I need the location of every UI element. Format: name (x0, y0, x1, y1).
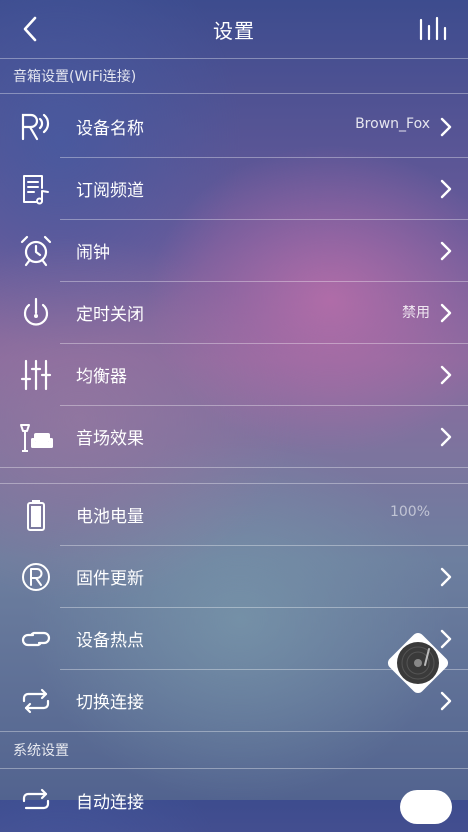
timer-power-icon (23, 297, 49, 326)
row-battery: 电池电量 100% (0, 484, 468, 546)
auto-connect-icon (22, 788, 50, 810)
row-alarm[interactable]: 闹钟 (0, 220, 468, 282)
divider (0, 467, 468, 468)
chevron-right-icon (440, 365, 452, 385)
row-equalizer[interactable]: 均衡器 (0, 344, 468, 406)
row-sleep-timer[interactable]: 定时关闭 禁用 (0, 282, 468, 344)
row-device-name[interactable]: 设备名称 Brown_Fox (0, 96, 468, 158)
section-gap (0, 469, 468, 484)
chevron-right-icon (440, 567, 452, 587)
row-label: 定时关闭 (76, 305, 144, 325)
row-label: 订阅频道 (76, 181, 144, 201)
equalizer-bars-icon[interactable] (418, 16, 452, 42)
row-subscribe-channel[interactable]: 订阅频道 (0, 158, 468, 220)
navigation-bar: 设置 (0, 0, 468, 58)
equalizer-sliders-icon (20, 359, 52, 391)
chevron-right-icon (440, 303, 452, 323)
divider (0, 731, 468, 732)
row-label: 固件更新 (76, 569, 144, 589)
chevron-right-icon (440, 427, 452, 447)
section-header-speaker: 音箱设置(WiFi连接) (0, 58, 468, 94)
registered-r-icon (22, 563, 50, 591)
row-label: 自动连接 (76, 793, 144, 813)
section-header-system: 系统设置 (0, 733, 468, 769)
row-label: 闹钟 (76, 243, 110, 263)
row-sound-field[interactable]: 音场效果 (0, 406, 468, 468)
sleep-timer-value: 禁用 (402, 305, 430, 321)
speaker-r-signal-icon (21, 113, 50, 141)
row-label: 设备名称 (76, 119, 144, 139)
chevron-right-icon (440, 117, 452, 137)
chevron-right-icon (440, 179, 452, 199)
vinyl-disc-icon[interactable] (380, 625, 456, 701)
hotspot-link-icon (21, 631, 51, 647)
row-auto-connect[interactable]: 自动连接 (0, 770, 468, 832)
chevron-right-icon (440, 241, 452, 261)
row-label: 电池电量 (76, 507, 144, 527)
row-label: 音场效果 (76, 429, 144, 449)
battery-icon (27, 500, 45, 531)
alarm-clock-icon (20, 235, 52, 267)
subscribe-channel-icon (23, 175, 49, 205)
row-label: 设备热点 (76, 631, 144, 651)
row-label: 均衡器 (76, 367, 127, 387)
battery-level-value: 100% (389, 504, 430, 520)
sound-field-sofa-icon (20, 424, 53, 452)
page-title: 设置 (213, 19, 255, 43)
device-name-value: Brown_Fox (355, 116, 430, 132)
row-label: 切换连接 (76, 693, 144, 713)
switch-connection-icon (22, 688, 50, 714)
row-firmware-update[interactable]: 固件更新 (0, 546, 468, 608)
auto-connect-toggle[interactable] (400, 790, 452, 824)
